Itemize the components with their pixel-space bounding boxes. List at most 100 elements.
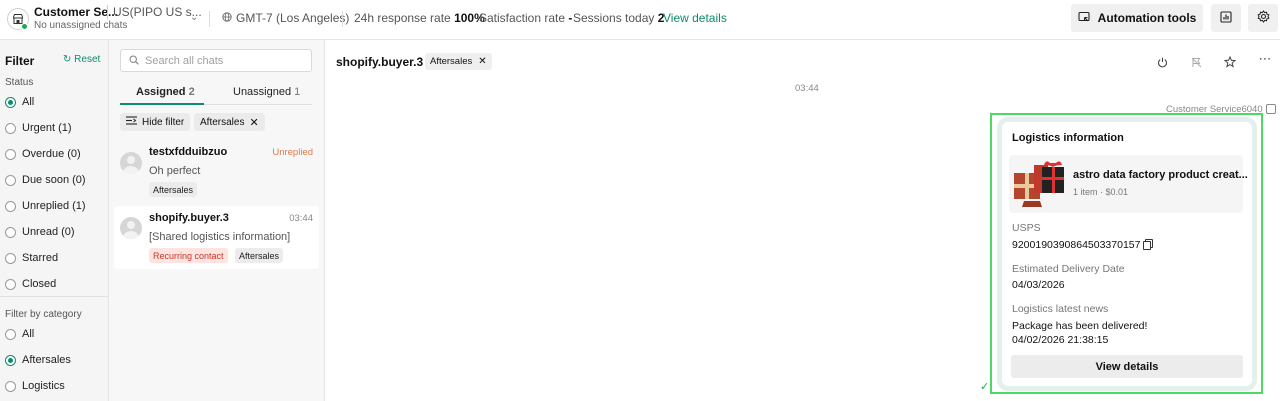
chevron-down-icon[interactable]: ⌄: [190, 12, 198, 23]
settings-button[interactable]: [1248, 4, 1278, 32]
status-option-all[interactable]: All: [5, 96, 34, 108]
status-option-unread[interactable]: Unread (0): [5, 226, 75, 238]
hide-filter-button[interactable]: Hide filter: [120, 113, 191, 131]
agent-icon: [1266, 104, 1276, 114]
globe-icon: [222, 11, 232, 25]
category-option-logistics[interactable]: Logistics: [5, 380, 65, 392]
category-option-all[interactable]: All: [5, 328, 34, 340]
status-option-label: Closed: [22, 278, 57, 290]
power-icon[interactable]: [1155, 55, 1169, 69]
tab-assigned[interactable]: Assigned 2: [136, 86, 195, 98]
view-details-link[interactable]: View details: [663, 11, 727, 25]
divider: [342, 11, 343, 27]
chat-time: 03:44: [289, 213, 313, 224]
conversation-tag: Aftersales ✕: [425, 53, 492, 70]
product-image: [1012, 159, 1070, 209]
bar-chart-icon: [1220, 10, 1232, 26]
chat-last-message: Oh perfect: [149, 165, 201, 177]
product-meta: 1 item · $0.01: [1073, 187, 1129, 197]
search-input[interactable]: [145, 54, 295, 67]
status-option-unreplied[interactable]: Unreplied (1): [5, 200, 86, 212]
close-icon[interactable]: ✕: [478, 56, 486, 67]
status-option-overdue[interactable]: Overdue (0): [5, 148, 81, 160]
category-section-label: Filter by category: [5, 309, 82, 320]
view-details-button[interactable]: View details: [1011, 355, 1243, 378]
logistics-news-time: 04/02/2026 21:38:15: [1012, 334, 1109, 346]
store-name[interactable]: Customer Se...: [34, 5, 118, 19]
status-option-closed[interactable]: Closed: [5, 278, 56, 290]
filter-title: Filter: [5, 54, 35, 68]
reset-button[interactable]: ↻ Reset: [63, 54, 100, 65]
gear-icon: [1257, 10, 1270, 26]
star-icon[interactable]: [1223, 55, 1237, 69]
automation-tools-button[interactable]: Automation tools: [1071, 4, 1203, 32]
chat-tag: Aftersales: [235, 248, 284, 263]
analytics-button[interactable]: [1211, 4, 1241, 32]
status-option-label: Overdue (0): [22, 148, 81, 160]
online-status-dot: [21, 23, 28, 30]
chat-tag: Recurring contact: [149, 248, 228, 263]
radio-button[interactable]: [5, 174, 16, 186]
conversation-panel: shopify.buyer.3 Aftersales ✕ ⋯ 03:44 Cus…: [325, 40, 1280, 401]
status-option-starred[interactable]: Starred: [5, 252, 58, 264]
buyer-name: shopify.buyer.3: [336, 55, 424, 69]
radio-button[interactable]: [5, 328, 16, 340]
hide-filter-label: Hide filter: [142, 116, 185, 128]
tracking-number: 9200190390864503370157: [1012, 239, 1154, 251]
filter-panel: Filter ↻ Reset Status All Urgent (1) Ove…: [0, 40, 109, 401]
radio-button[interactable]: [5, 278, 16, 290]
chat-list-panel: Assigned 2 Unassigned 1 Hide filter Afte…: [109, 40, 325, 401]
status-option-urgent[interactable]: Urgent (1): [5, 122, 72, 134]
status-option-label: Unread (0): [22, 226, 75, 238]
active-tab-indicator: [120, 103, 204, 105]
message-timestamp: 03:44: [795, 83, 819, 94]
status-option-label: Unreplied (1): [22, 200, 86, 212]
category-option-label: All: [22, 328, 35, 340]
category-option-aftersales[interactable]: Aftersales: [5, 354, 71, 366]
more-options-icon[interactable]: ⋯: [1258, 51, 1272, 66]
top-header: Customer Se... US(PIPO US s... No unassi…: [0, 0, 1280, 40]
satisfaction-rate: Satisfaction rate -: [479, 11, 572, 25]
product-row[interactable]: astro data factory product creat... 1 it…: [1009, 155, 1248, 213]
chat-buyer-name: shopify.buyer.3: [149, 212, 229, 224]
timezone: GMT-7 (Los Angeles): [222, 11, 349, 25]
copy-icon[interactable]: [1143, 239, 1154, 250]
radio-button[interactable]: [5, 200, 16, 212]
chat-buyer-name: testxfdduibzuo: [149, 146, 228, 158]
chat-list-item-selected[interactable]: shopify.buyer.3 03:44 [Shared logistics …: [114, 206, 319, 269]
flag-off-icon[interactable]: [1189, 55, 1203, 69]
response-rate-label: 24h response rate: [354, 11, 451, 25]
search-icon: [129, 54, 139, 68]
chat-tag: Aftersales: [149, 182, 198, 197]
status-option-label: Due soon (0): [22, 174, 86, 186]
store-status-text: No unassigned chats: [34, 20, 128, 31]
tab-label: Assigned: [136, 86, 186, 98]
timezone-label: GMT-7 (Los Angeles): [236, 11, 350, 25]
close-icon[interactable]: ✕: [249, 116, 258, 129]
chat-last-message: [Shared logistics information]: [149, 231, 291, 243]
radio-button[interactable]: [5, 96, 16, 108]
status-option-due-soon[interactable]: Due soon (0): [5, 174, 86, 186]
category-option-label: Logistics: [22, 380, 65, 392]
chat-status-badge: Unreplied: [272, 147, 313, 158]
tab-count: 2: [188, 86, 195, 98]
search-box[interactable]: [120, 49, 312, 72]
automation-tools-label: Automation tools: [1097, 11, 1197, 25]
checkmark-icon: ✓: [980, 381, 990, 393]
radio-button[interactable]: [5, 354, 16, 366]
radio-button[interactable]: [5, 226, 16, 238]
conversation-tag-label: Aftersales: [430, 56, 473, 67]
tab-unassigned[interactable]: Unassigned 1: [233, 86, 300, 98]
radio-button[interactable]: [5, 380, 16, 392]
store-region[interactable]: US(PIPO US s...: [107, 5, 202, 19]
sessions-label: Sessions today: [573, 11, 655, 25]
status-option-label: Starred: [22, 252, 59, 264]
tab-label: Unassigned: [233, 86, 292, 98]
radio-button[interactable]: [5, 252, 16, 264]
logistics-news-text: Package has been delivered!: [1012, 320, 1148, 332]
response-rate: 24h response rate 100%: [354, 11, 485, 25]
chat-list-item[interactable]: testxfdduibzuo Unreplied Oh perfect Afte…: [114, 140, 319, 200]
radio-button[interactable]: [5, 122, 16, 134]
satisfaction-label: Satisfaction rate: [479, 11, 566, 25]
radio-button[interactable]: [5, 148, 16, 160]
